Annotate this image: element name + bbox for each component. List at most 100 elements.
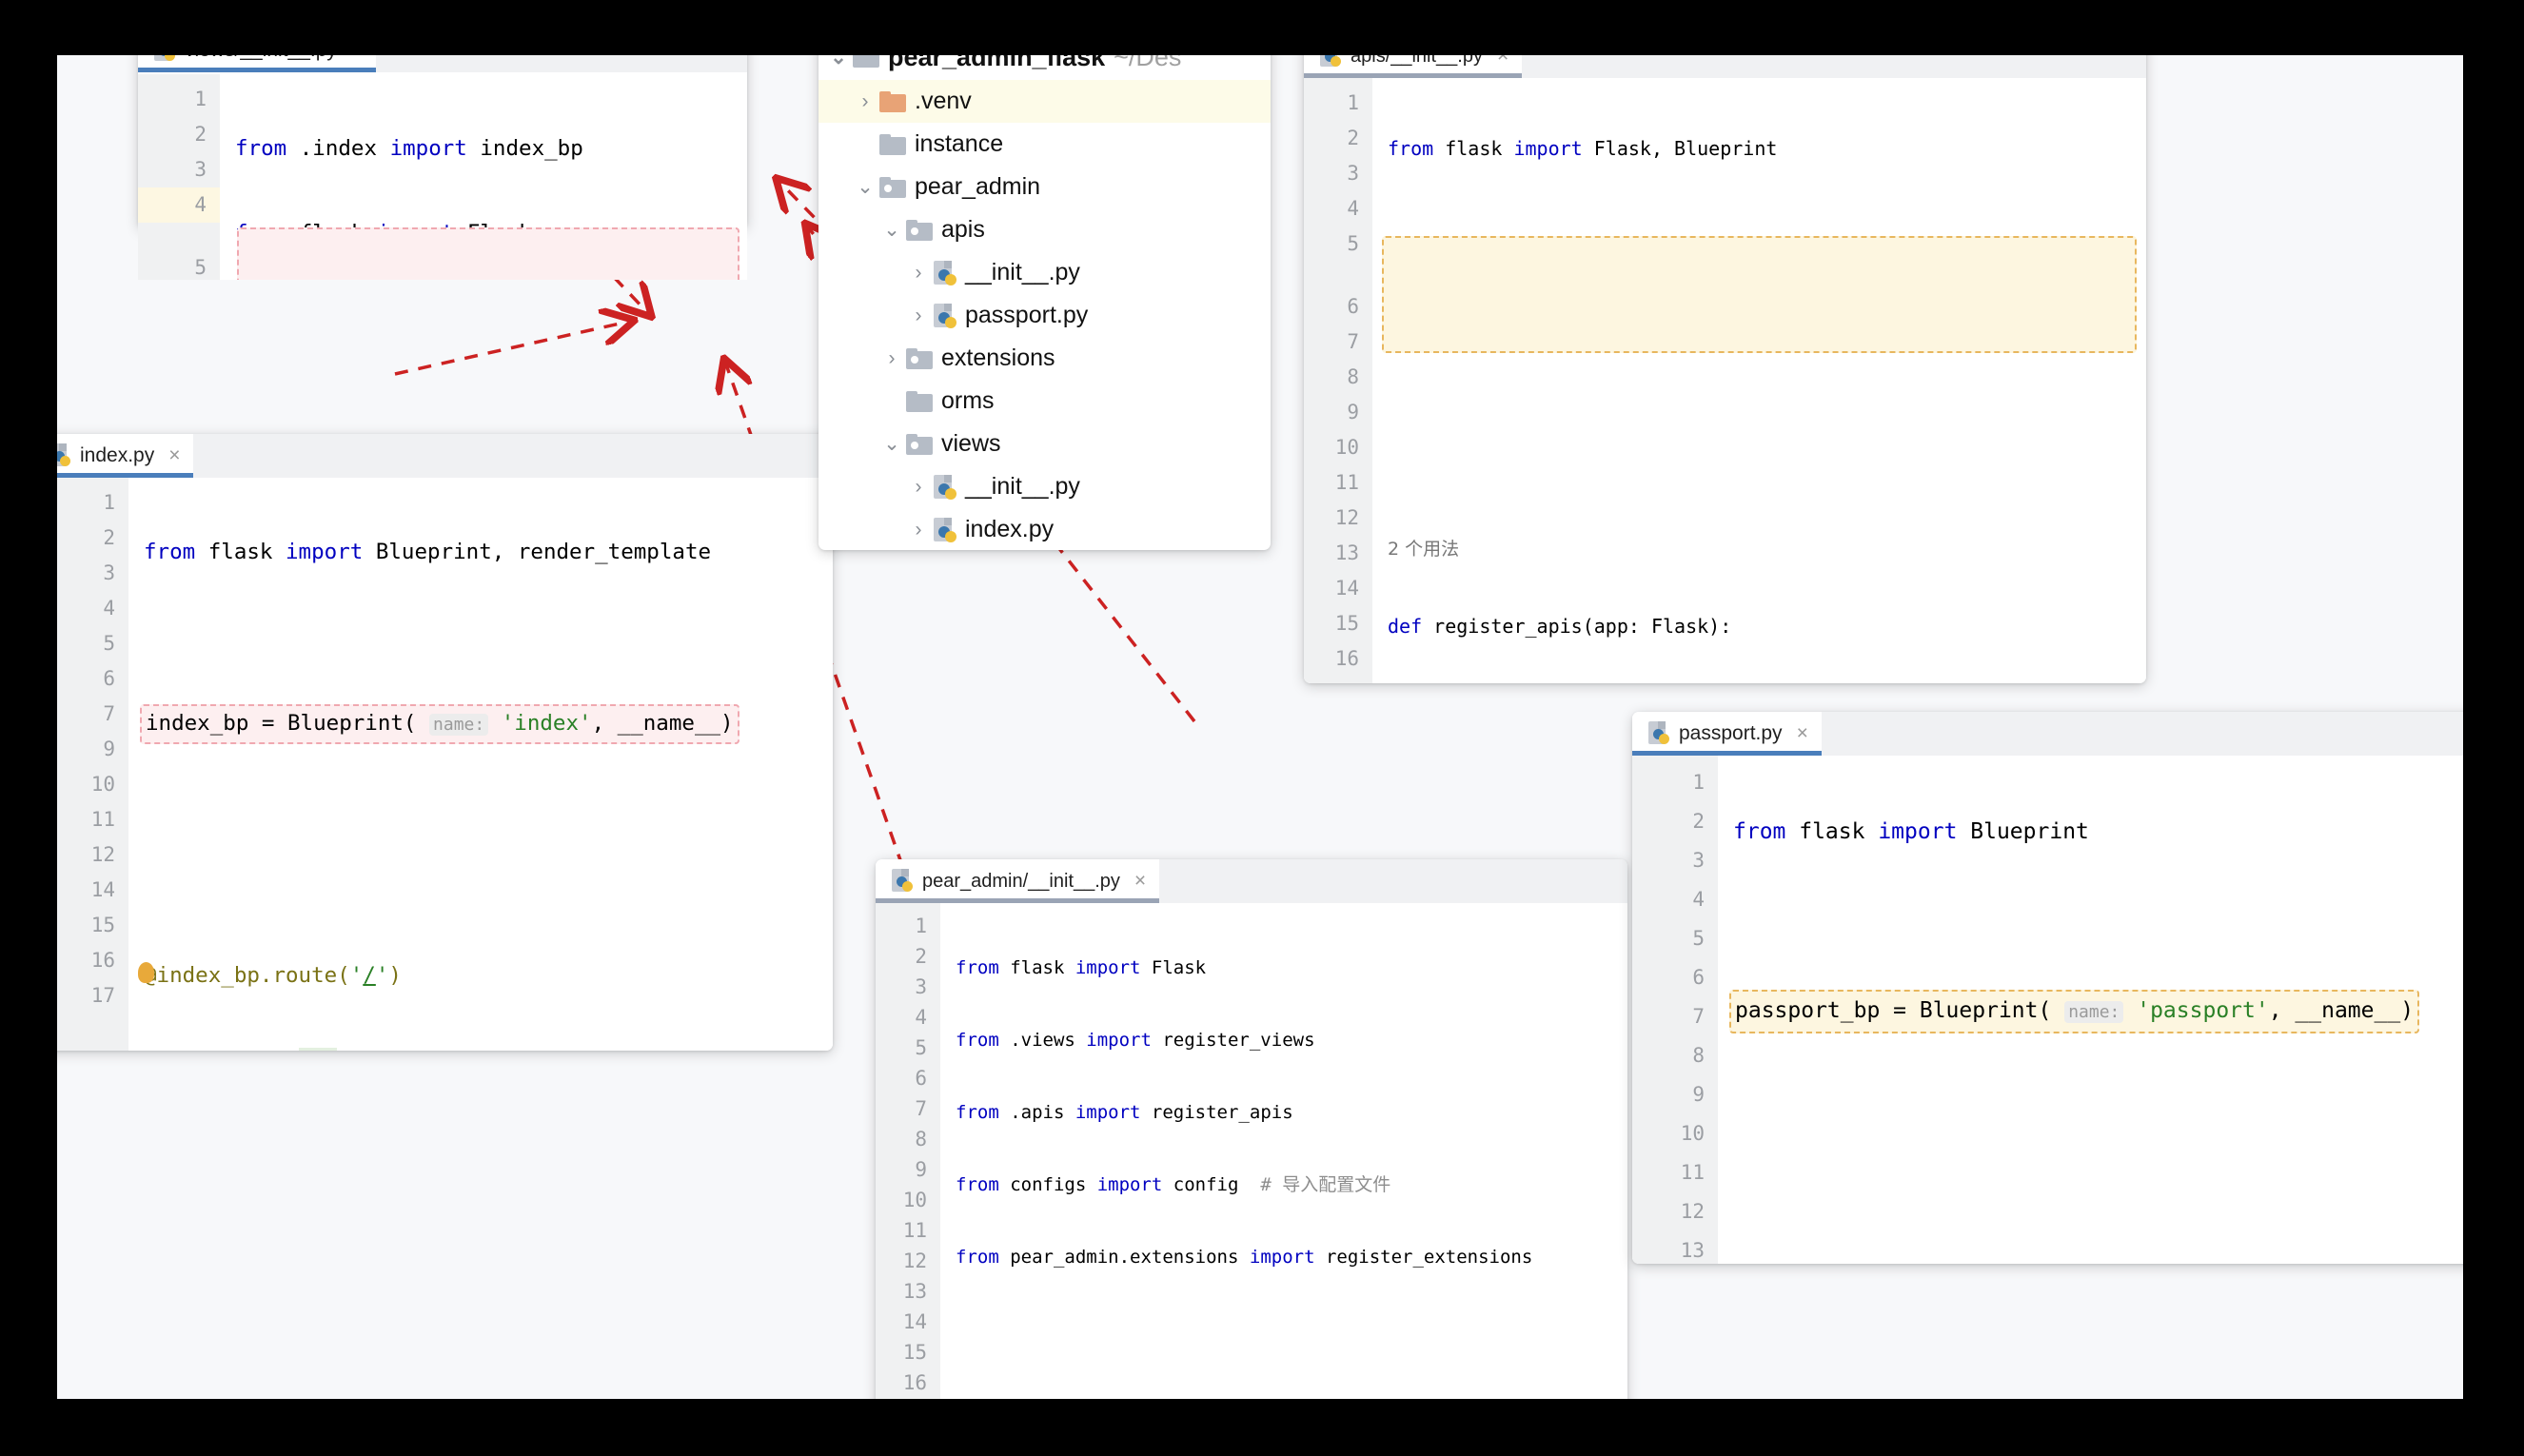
chevron-right-icon[interactable]: ›	[904, 262, 933, 285]
tab-passport-py[interactable]: passport.py ×	[1632, 712, 1822, 756]
tree-item-apis[interactable]: ⌄apis	[818, 208, 1271, 251]
tree-item-venv[interactable]: ›.venv	[818, 80, 1271, 123]
tab-pear-admin-init[interactable]: pear_admin/__init__.py ×	[876, 859, 1159, 903]
tab-index-py[interactable]: index.py ×	[57, 434, 193, 478]
line-number: 9	[57, 732, 128, 767]
code-line: from .views import register_views	[940, 1025, 1627, 1055]
line-number: 9	[876, 1154, 940, 1185]
panel-apis-init[interactable]: apis/__init__.py × 1 2 3 4 5 6 7 8 9 10 …	[1304, 55, 2146, 683]
python-file-icon	[1319, 55, 1342, 69]
tree-item-init-py[interactable]: › __init__.py	[818, 465, 1271, 508]
chevron-right-icon[interactable]: ›	[877, 347, 906, 370]
chevron-right-icon[interactable]: ›	[904, 305, 933, 327]
tabbar-pear-admin-init: pear_admin/__init__.py ×	[876, 859, 1627, 903]
tree-item-index-py[interactable]: › index.py	[818, 508, 1271, 550]
tree-item-extensions[interactable]: ›extensions	[818, 337, 1271, 380]
line-number: 2	[876, 941, 940, 972]
code-index-py[interactable]: from flask import Blueprint, render_temp…	[128, 478, 833, 1051]
tabbar-views-init: views/__init__.py ×	[138, 55, 747, 72]
chevron-down-icon[interactable]: ⌄	[877, 218, 906, 242]
line-number: 5	[876, 1033, 940, 1063]
editor-views-init: 1 2 3 4 5 6 from .index import index_bp …	[138, 74, 747, 280]
editor-pear-admin-init: 1 2 3 4 5 6 7 8 9 10 11 12 13 14 15 16 1…	[876, 903, 1627, 1399]
code-apis-init[interactable]: from flask import Flask, Blueprint from …	[1372, 78, 2146, 683]
tree-item-orms[interactable]: orms	[818, 380, 1271, 423]
panel-passport-py[interactable]: passport.py × 1 2 3 4 5 6 7 8 9 10 11 12…	[1632, 712, 2463, 1264]
panel-index-py[interactable]: index.py × 1 2 3 4 5 6 7 9 10 11 12 14 1…	[57, 434, 833, 1051]
code-line	[1372, 212, 2146, 247]
editor-passport-py: 1 2 3 4 5 6 7 8 9 10 11 12 13 from flask…	[1632, 756, 2463, 1264]
line-number: 2	[138, 117, 220, 152]
tab-views-init[interactable]: views/__init__.py ×	[138, 55, 376, 72]
tree-rows: ›.venvinstance⌄pear_admin⌄apis › __init__.…	[818, 80, 1271, 550]
tree-item-label: passport.py	[965, 302, 1088, 329]
code-views-init[interactable]: from .index import index_bp from flask i…	[220, 74, 747, 280]
line-number: 12	[876, 1246, 940, 1276]
tree-root-row[interactable]: ⌄ pear_admin_flask ~/Des	[818, 55, 1271, 80]
chevron-down-icon[interactable]: ⌄	[877, 432, 906, 456]
tab-apis-init[interactable]: apis/__init__.py ×	[1304, 55, 1522, 78]
code-pear-admin-init[interactable]: from flask import Flask from .views impo…	[940, 903, 1627, 1399]
line-number: 14	[57, 873, 128, 908]
line-number: 17	[876, 1398, 940, 1399]
line-number: 5	[57, 626, 128, 661]
line-number: 1	[1304, 86, 1372, 121]
tree-item-views[interactable]: ⌄views	[818, 423, 1271, 465]
panel-views-init-editor-wrap: 1 2 3 4 5 6 from .index import index_bp …	[138, 74, 747, 280]
close-icon[interactable]: ×	[1134, 870, 1146, 893]
code-line: from flask import Flask	[940, 953, 1627, 983]
line-number: 3	[876, 972, 940, 1002]
panel-pear-admin-init[interactable]: pear_admin/__init__.py × 1 2 3 4 5 6 7 8…	[876, 859, 1627, 1399]
tree-item-label: index.py	[965, 516, 1054, 543]
code-line	[1372, 374, 2146, 409]
line-number: 8	[1304, 360, 1372, 395]
source-folder-icon	[906, 220, 933, 241]
chevron-right-icon[interactable]: ›	[904, 476, 933, 499]
line-number: 2	[57, 521, 128, 556]
code-line: index_bp = Blueprint( name: 'index', __n…	[128, 704, 833, 739]
close-icon[interactable]: ×	[351, 55, 363, 62]
panel-project-tree[interactable]: ⌄ pear_admin_flask ~/Des ›.venvinstance⌄…	[818, 55, 1271, 550]
tree-item-label: __init__.py	[965, 473, 1080, 501]
line-number: 17	[1304, 677, 1372, 683]
folder-icon	[906, 391, 933, 412]
line-number: 1	[876, 911, 940, 941]
line-number: 10	[57, 767, 128, 802]
line-number: 13	[1304, 536, 1372, 571]
tree-item-instance[interactable]: instance	[818, 123, 1271, 166]
gutter-views-init: 1 2 3 4 5 6	[138, 74, 220, 280]
line-number: 11	[1304, 465, 1372, 501]
chevron-down-icon[interactable]: ⌄	[851, 175, 879, 199]
tree-root-path: ~/Des	[1114, 55, 1181, 72]
chevron-down-icon[interactable]: ⌄	[824, 55, 853, 69]
line-number: 11	[1632, 1153, 1718, 1192]
tree-item-pear-admin[interactable]: ⌄pear_admin	[818, 166, 1271, 208]
line-number: 9	[1632, 1075, 1718, 1114]
chevron-right-icon[interactable]: ›	[851, 90, 879, 113]
line-number: 1	[57, 485, 128, 521]
chevron-right-icon[interactable]: ›	[904, 519, 933, 541]
code-passport-py[interactable]: from flask import Blueprint passport_bp …	[1718, 756, 2463, 1264]
tree-item-label: orms	[941, 387, 995, 415]
close-icon[interactable]: ×	[1797, 722, 1808, 745]
python-file-icon	[891, 869, 914, 894]
code-line	[1718, 901, 2463, 940]
line-number: 3	[138, 152, 220, 187]
close-icon[interactable]: ×	[168, 444, 180, 467]
tree-item-init-py[interactable]: ›__init__.py	[818, 251, 1271, 294]
code-line	[1372, 455, 2146, 490]
python-file-icon	[153, 55, 176, 63]
line-number: 2	[1632, 802, 1718, 841]
code-line: def register_apis(app: Flask):	[1372, 609, 2146, 644]
code-line	[1718, 1078, 2463, 1117]
tab-label: pear_admin/__init__.py	[922, 871, 1120, 893]
line-number: 6	[1304, 289, 1372, 325]
intention-bulb-icon[interactable]	[138, 962, 154, 983]
line-number: 5	[1632, 919, 1718, 958]
code-line	[128, 620, 833, 655]
tree-item-passport-py[interactable]: › passport.py	[818, 294, 1271, 337]
code-line	[940, 1314, 1627, 1345]
line-number: 16	[57, 943, 128, 978]
line-number: 17	[57, 978, 128, 1013]
close-icon[interactable]: ×	[1497, 55, 1508, 68]
